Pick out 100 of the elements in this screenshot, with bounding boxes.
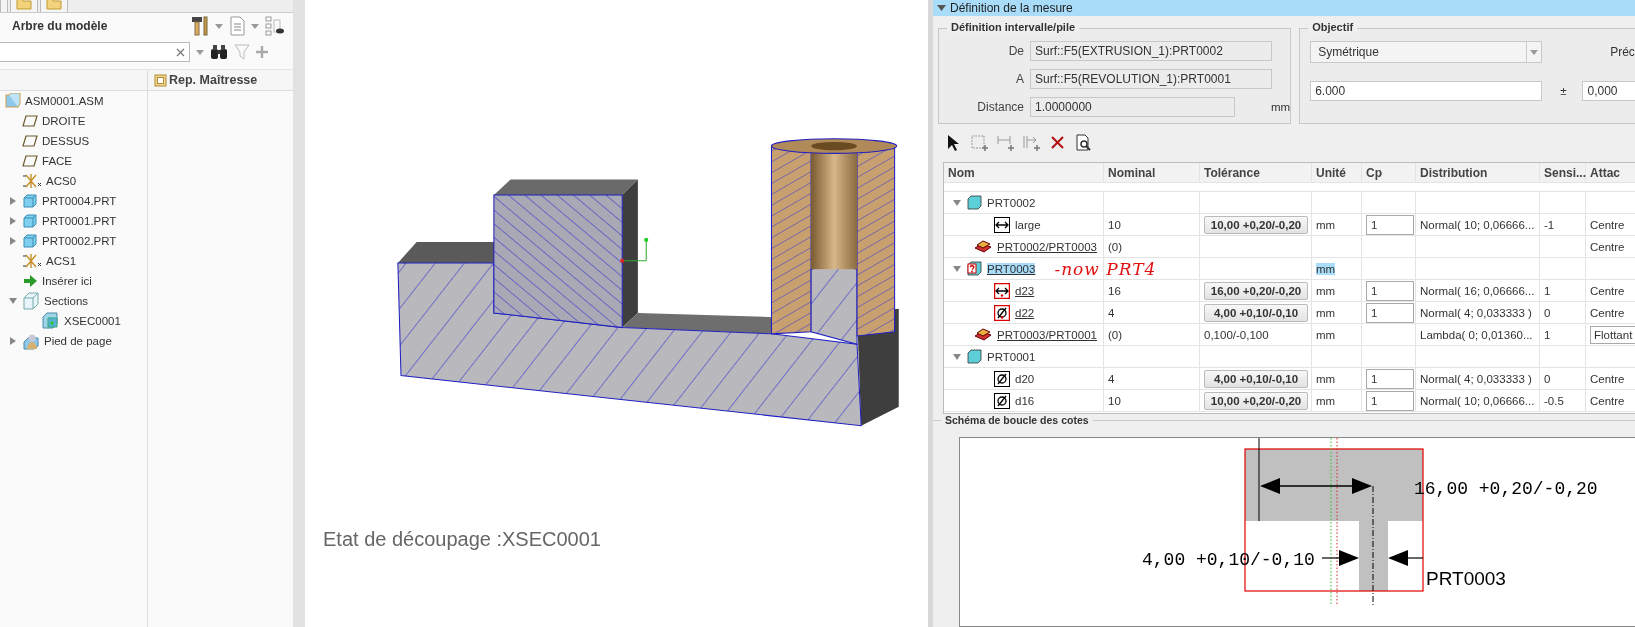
expanded-arrow-icon[interactable] [952,263,962,274]
search-field[interactable] [0,42,190,62]
tree-item[interactable]: ACS1 [0,251,147,271]
attachment-value: Centre [1590,284,1625,297]
tree-item[interactable]: ACS0 [0,171,147,191]
cp-field[interactable]: 1 [1366,280,1414,301]
cp-field[interactable]: 1 [1366,302,1414,323]
collapsed-arrow-icon[interactable] [8,216,18,226]
column-header[interactable]: Distribution [1420,165,1488,180]
tolerance-field[interactable]: 0,000 [1582,81,1635,101]
add-frame-icon[interactable] [971,134,989,152]
caret-icon[interactable] [251,23,259,29]
hammer-icon[interactable] [191,16,209,36]
collapsed-arrow-icon[interactable] [8,236,18,246]
cp-field[interactable]: 1 [1366,368,1414,389]
list-icon[interactable] [229,16,245,36]
tree-item[interactable]: ASM0001.ASM [0,91,147,111]
tree-item[interactable]: XSEC0001 [0,311,147,331]
collapsed-arrow-icon[interactable] [8,196,18,206]
cp-field[interactable]: 1 [1366,214,1414,235]
person-icon [22,332,40,350]
filter-icon[interactable] [234,44,250,60]
tree-item[interactable]: PRT0002.PRT [0,231,147,251]
item-name[interactable]: d23 [1015,284,1035,297]
tolerance-button[interactable]: 10,00 +0,20/-0,20 [1204,391,1308,410]
cp-field[interactable]: 1 [1366,390,1414,411]
tree-item-label: DROITE [42,115,86,127]
attachment-dropdown[interactable]: Flottant [1590,325,1635,344]
tree-item[interactable]: DROITE [0,111,147,131]
assembly-link-icon [974,239,992,254]
field-label: Distance [976,100,1024,114]
tree-item[interactable]: Insérer ici [0,271,147,291]
field-label: A [1015,72,1024,86]
preview-icon[interactable] [1075,134,1093,152]
unit-value: mm [1316,284,1336,297]
unit-value: mm [1316,218,1336,231]
collapsed-arrow-icon[interactable] [8,336,18,346]
nominal-value: 4 [1108,372,1115,385]
plus-icon[interactable] [256,46,268,58]
tolerance-button[interactable]: 10,00 +0,20/-0,20 [1204,215,1308,234]
unit-value: mm [1316,306,1336,319]
expanded-arrow-icon[interactable] [8,296,18,306]
tree-item[interactable]: Sections [0,291,147,311]
caret-icon[interactable] [196,49,204,55]
sensitivity-value: -1 [1544,218,1555,231]
tree-item-label: ACS0 [46,175,77,187]
binoculars-icon[interactable] [210,44,228,60]
caret-icon[interactable] [215,23,223,29]
item-name[interactable]: PRT0003 [987,262,1036,275]
expanded-arrow-icon[interactable] [952,197,962,208]
tree-item[interactable]: DESSUS [0,131,147,151]
tree-item-label: Insérer ici [42,275,92,287]
part-icon [22,213,38,229]
text-field[interactable]: 1.0000000 [1030,97,1235,117]
column-header[interactable]: Unité [1316,165,1346,180]
tolerance-button[interactable]: 16,00 +0,20/-0,20 [1204,281,1308,300]
tree-item[interactable]: FACE [0,151,147,171]
expanded-arrow-icon[interactable] [937,4,946,12]
coordinate-system-icon [22,173,42,189]
item-name[interactable]: d22 [1015,306,1035,319]
tolerance-value: 0,100/-0,100 [1204,328,1269,341]
tree-item-label: DESSUS [42,135,90,147]
item-name: d16 [1015,394,1035,407]
target-field[interactable]: 6.000 [1310,81,1543,101]
column-header[interactable]: Nominal [1108,165,1156,180]
text-field[interactable]: Surf::F5(EXTRUSION_1):PRT0002 [1030,41,1272,61]
text-field[interactable]: Surf::F5(REVOLUTION_1):PRT0001 [1030,69,1272,89]
field-label: De [1007,44,1024,58]
section-header[interactable]: Définition de la mesure [933,0,1635,16]
tree-item[interactable]: Pied de page [0,331,147,351]
tree-item[interactable]: PRT0004.PRT [0,191,147,211]
assembly-icon [5,93,21,109]
tolerance-button[interactable]: 4,00 +0,10/-0,10 [1204,303,1308,322]
column-header[interactable]: Tolérance [1204,165,1260,180]
item-name: large [1015,218,1041,231]
tree-settings-icon[interactable] [265,16,285,36]
nominal-value: 4 [1108,306,1115,319]
expanded-arrow-icon[interactable] [952,351,962,362]
tree-item-label: ACS1 [46,255,77,267]
column-header[interactable]: Cp [1366,165,1382,180]
column-header[interactable]: Nom [948,165,975,180]
item-name[interactable]: PRT0003/PRT0001 [997,328,1097,341]
item-name[interactable]: PRT0002/PRT0003 [997,240,1097,253]
dimension-arrow [1388,550,1424,566]
column-header[interactable]: Attac [1590,165,1620,180]
mode-dropdown[interactable]: Symétrique [1310,41,1543,63]
attachment-value: Centre [1590,372,1625,385]
attachment-value: Centre [1590,240,1625,253]
tree-item[interactable]: PRT0001.PRT [0,211,147,231]
assembly-link-icon [974,327,992,342]
tolerance-button[interactable]: 4,00 +0,10/-0,10 [1204,369,1308,388]
clear-icon[interactable] [176,47,185,57]
group-title: Objectif [1308,21,1358,33]
distribution-value: Lambda( 0; 0,01360... [1420,328,1533,341]
caret-icon[interactable] [1530,49,1539,55]
tree-item-label: FACE [42,155,73,167]
add-chain-icon[interactable] [1023,134,1041,152]
column-header[interactable]: Sensi... [1544,165,1587,180]
tree-item-label: ASM0001.ASM [25,95,104,107]
add-dimension-icon[interactable] [997,134,1015,152]
